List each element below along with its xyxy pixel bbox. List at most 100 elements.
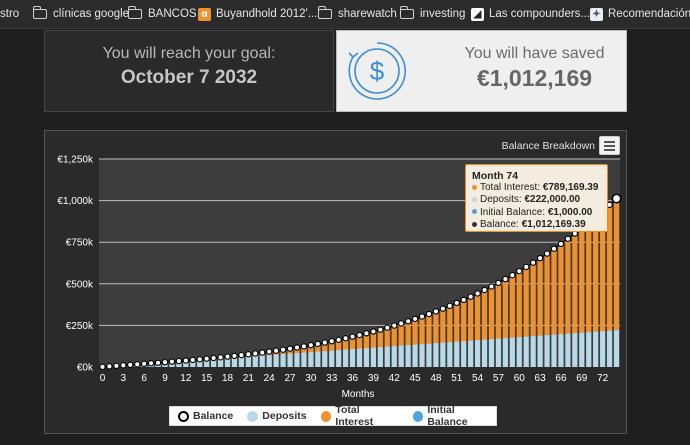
y-tick-label: €1,000k [57,196,94,207]
balance-point [342,335,349,342]
deposits-bar [412,344,418,367]
balance-point [453,299,460,307]
balance-point [523,263,530,271]
interest-bar [440,308,446,343]
x-tick-label: 27 [284,373,296,384]
tooltip-row-balance: Balance: €1,012,169.39 [472,219,601,231]
balance-point [377,326,384,333]
deposits-bar [245,356,251,367]
x-tick-label: 66 [555,373,567,384]
deposits-bar [349,349,356,367]
balance-point [203,355,210,362]
deposits-bar [474,340,481,367]
balance-point [557,240,565,248]
x-tick-label: 3 [121,373,127,384]
legend-label: Balance [193,410,234,422]
deposits-bar [461,341,467,367]
balance-point [217,354,224,361]
deposits-bar [336,350,342,367]
deposits-bar [509,337,515,367]
balance-point [99,363,106,370]
interest-bar [405,321,411,346]
deposits-bar [606,330,613,367]
deposits-bar [593,331,599,367]
deposits-bar [259,355,265,367]
deposits-bar [586,332,592,367]
y-tick-label: €0k [77,363,94,374]
deposits-bar [495,338,502,367]
balance-point [516,268,523,275]
balance-point [536,255,544,262]
balance-point [446,302,453,310]
bullet-icon [472,185,477,191]
balance-point [168,358,176,365]
tooltip-label: Initial Balance: [480,206,546,218]
interest-bar [447,306,453,343]
interest-bar [391,325,397,347]
balance-point [481,286,488,294]
interest-bar [426,314,432,344]
deposits-bar [544,335,550,367]
deposits-bar [523,336,529,367]
balance-point [611,193,622,204]
deposits-bar [391,346,397,367]
tooltip-row-deposits: Deposits: €222,000.00 [472,194,601,206]
x-tick-label: 0 [100,373,106,384]
balance-point [502,275,509,283]
balance-marker-icon [178,410,189,422]
deposits-bar [613,330,620,367]
deposits-bar [551,334,557,367]
interest-bar [433,311,439,344]
balance-point [460,296,467,304]
deposits-bar [273,354,279,367]
balance-point [189,356,196,364]
x-tick-label: 54 [472,373,484,384]
balance-point [300,343,308,350]
interest-bar [488,286,495,340]
balance-point [224,353,231,360]
bullet-icon [472,209,477,215]
balance-point [425,310,433,318]
tooltip-label: Total Interest: [480,182,541,194]
deposits-bar [502,338,508,367]
balance-point [134,361,141,368]
interest-bar [551,248,557,335]
legend-initial-balance[interactable]: Initial Balance [412,404,496,428]
balance-point [272,347,280,354]
legend-total-interest[interactable]: Total Interest [320,404,399,428]
y-tick-label: €500k [66,279,94,290]
tooltip-value: €1,012,169.39 [521,218,586,230]
legend-deposits[interactable]: Deposits [247,410,307,422]
deposits-bar [488,339,495,367]
balance-point [196,356,203,363]
deposits-bar [238,357,245,367]
x-tick-label: 12 [180,373,192,384]
interest-bar [537,258,543,336]
balance-point [356,331,363,339]
interest-bar [586,222,592,333]
deposits-bar [426,343,432,367]
deposits-bar [384,346,390,367]
balance-point [154,359,162,366]
balance-point [182,357,189,364]
deposits-bar [287,353,293,367]
x-tick-label: 45 [410,373,422,384]
deposits-bar [537,335,543,367]
interest-bar [558,244,564,335]
interest-bar [509,275,515,338]
legend-balance[interactable]: Balance [178,410,233,422]
deposits-bar [419,344,425,367]
tooltip-value: €789,169.39 [542,182,599,194]
interest-bar [613,198,620,331]
deposits-bar [266,355,272,367]
balance-point [488,283,495,290]
balance-point [530,259,537,266]
balance-point [259,349,266,356]
interest-bar [544,253,550,336]
balance-point [321,339,328,346]
x-tick-label: 60 [514,373,526,384]
deposits-bar [329,350,335,367]
balance-point [141,360,148,367]
balance-point [363,330,370,337]
balance-point [238,351,245,359]
